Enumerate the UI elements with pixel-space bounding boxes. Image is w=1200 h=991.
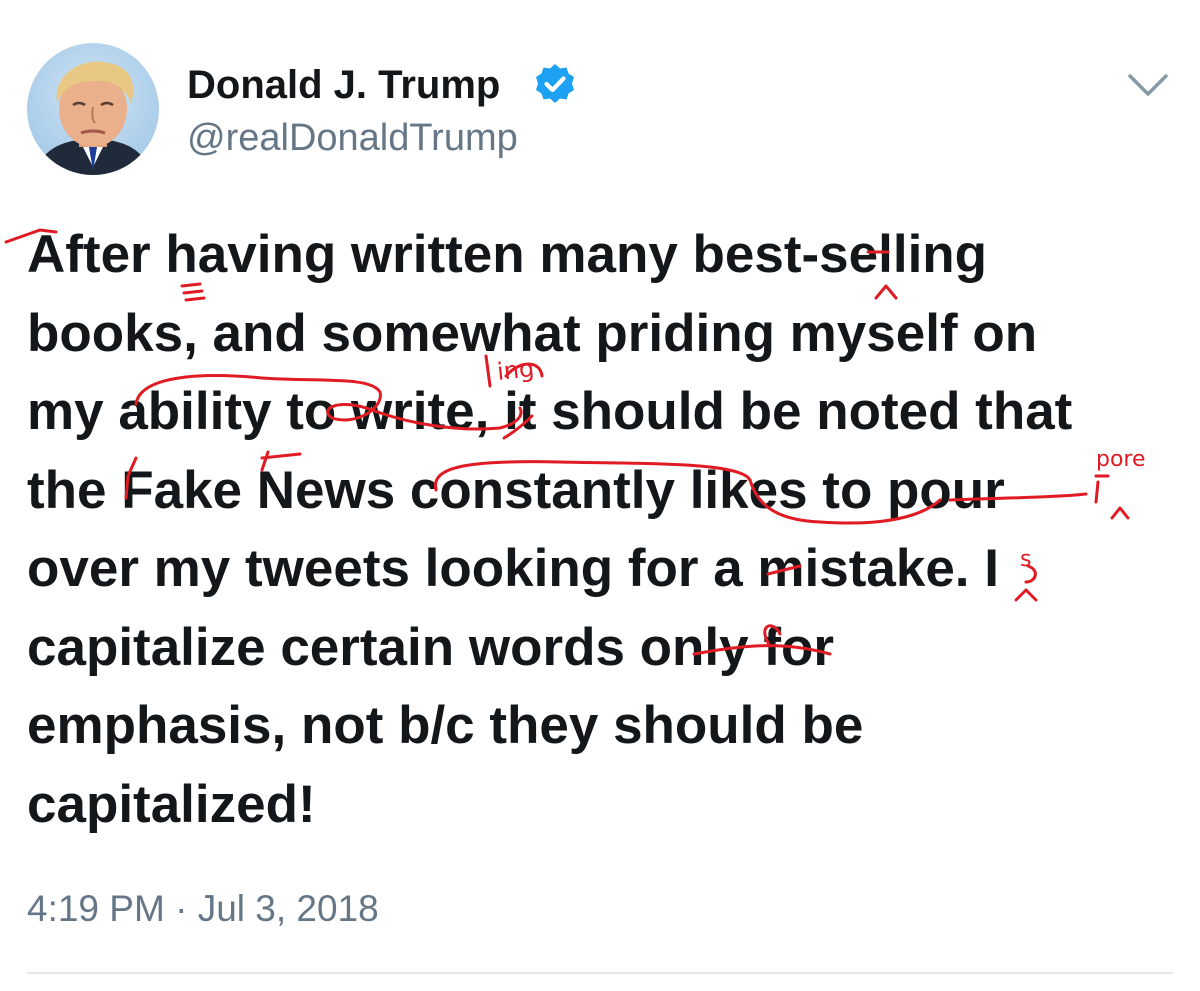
tweet-timestamp: 4:19 PM · Jul 3, 2018 — [27, 887, 379, 931]
tweet-text-line: After having written many best-selling — [27, 225, 988, 284]
avatar-image — [27, 43, 159, 175]
chevron-down-icon[interactable] — [1124, 66, 1172, 102]
tweet-text-line: over my tweets looking for a mistake. I — [27, 539, 999, 598]
verified-badge-icon — [533, 62, 577, 106]
tweet-text-line: the Fake News constantly likes to pour — [27, 460, 1005, 520]
tweet-text-line: my ability to write, it should be noted … — [27, 382, 1073, 441]
timestamp-separator: · — [175, 888, 188, 929]
author-name[interactable]: Donald J. Trump — [187, 61, 500, 109]
tweet-time-link[interactable]: 4:19 PM — [27, 888, 165, 929]
tweet-card: Donald J. Trump @realDonaldTrump After h… — [0, 0, 1200, 991]
tweet-text: After having written many best-selling b… — [27, 216, 1167, 844]
divider — [27, 972, 1173, 974]
avatar[interactable] — [27, 43, 159, 175]
tweet-date-link[interactable]: Jul 3, 2018 — [198, 888, 379, 929]
tweet-text-line: capitalize certain words only for — [27, 617, 834, 677]
tweet-text-line: books, and somewhat priding myself on — [27, 303, 1038, 363]
tweet-text-line: emphasis, not b/c they should be — [27, 696, 864, 755]
tweet-text-line: capitalized! — [27, 774, 316, 834]
author-handle[interactable]: @realDonaldTrump — [187, 116, 518, 160]
